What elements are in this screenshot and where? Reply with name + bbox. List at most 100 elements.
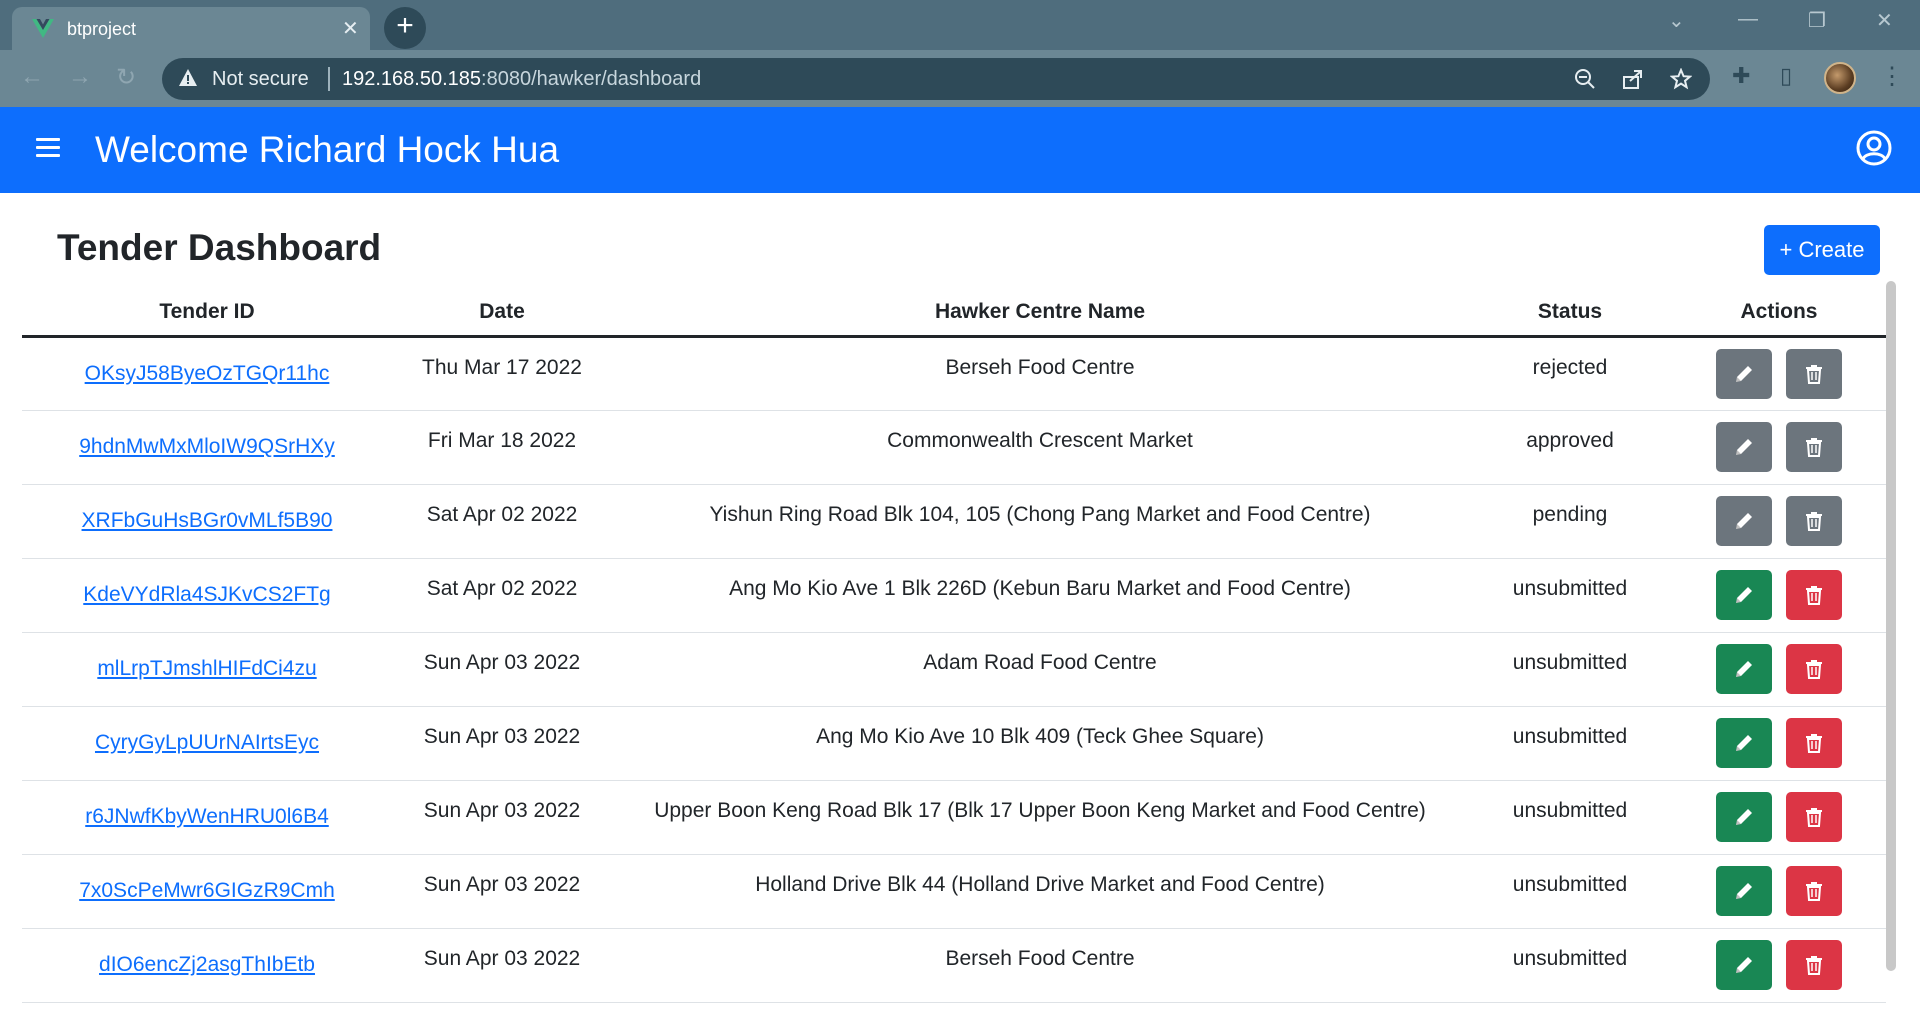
column-header: Actions [1672, 289, 1886, 338]
hawker-centre-cell: Berseh Food Centre [612, 928, 1468, 1003]
tender-id-link[interactable]: CyryGyLpUUrNAIrtsEyc [95, 731, 319, 754]
tab-search-chevron-icon[interactable]: ⌄ [1668, 8, 1685, 33]
edit-button[interactable] [1716, 865, 1772, 916]
delete-button[interactable] [1786, 939, 1842, 990]
zoom-icon[interactable] [1574, 68, 1596, 90]
actions-cell [1672, 706, 1886, 781]
edit-button[interactable] [1716, 569, 1772, 620]
delete-button[interactable] [1786, 865, 1842, 916]
hawker-centre-cell: Ang Mo Kio Ave 1 Blk 226D (Kebun Baru Ma… [612, 558, 1468, 633]
hawker-centre-cell: Adam Road Food Centre [612, 632, 1468, 707]
actions-cell [1672, 780, 1886, 855]
date-cell: Sun Apr 03 2022 [392, 854, 612, 929]
edit-button[interactable] [1716, 643, 1772, 694]
minimize-icon[interactable]: — [1738, 8, 1758, 31]
column-header: Date [392, 289, 612, 338]
date-cell: Sun Apr 03 2022 [392, 928, 612, 1003]
tender-id-cell: mlLrpTJmshlHIFdCi4zu [22, 632, 392, 707]
tender-id-link[interactable]: 9hdnMwMxMloIW9QSrHXy [79, 435, 335, 458]
status-cell: unsubmitted [1468, 706, 1672, 781]
tender-id-link[interactable]: r6JNwfKbyWenHRU0l6B4 [85, 805, 329, 828]
edit-button[interactable] [1716, 939, 1772, 990]
profile-avatar[interactable] [1824, 62, 1856, 94]
date-cell: Sat Apr 02 2022 [392, 484, 612, 559]
edit-button[interactable] [1716, 348, 1772, 399]
table-body: OKsyJ58ByeOzTGQr11hc Thu Mar 17 2022 Berse… [22, 336, 1886, 1003]
date-cell: Thu Mar 17 2022 [392, 336, 612, 411]
browser-tab[interactable]: btproject ✕ [12, 7, 370, 50]
edit-button[interactable] [1716, 495, 1772, 546]
url-text[interactable]: 192.168.50.185:8080/hawker/dashboard [342, 68, 701, 91]
date-cell: Fri Mar 18 2022 [392, 410, 612, 485]
date-cell: Sun Apr 03 2022 [392, 706, 612, 781]
side-panel-icon[interactable]: ▯ [1780, 63, 1792, 89]
new-tab-button[interactable]: + [384, 7, 426, 49]
window-close-icon[interactable]: ✕ [1876, 8, 1893, 33]
hawker-centre-cell: Ang Mo Kio Ave 10 Blk 409 (Teck Ghee Squ… [612, 706, 1468, 781]
hawker-centre-cell: Upper Boon Keng Road Blk 17 (Blk 17 Uppe… [612, 780, 1468, 855]
not-secure-label[interactable]: Not secure [212, 68, 309, 91]
back-icon[interactable]: ← [20, 63, 44, 91]
tender-id-cell: 7x0ScPeMwr6GIGzR9Cmh [22, 854, 392, 929]
bookmark-star-icon[interactable] [1670, 68, 1692, 90]
actions-cell [1672, 854, 1886, 929]
url-path: :8080/hawker/dashboard [481, 68, 702, 90]
hawker-centre-cell: Holland Drive Blk 44 (Holland Drive Mark… [612, 854, 1468, 929]
column-header: Hawker Centre Name [612, 289, 1468, 338]
column-header: Tender ID [22, 289, 392, 338]
tender-id-cell: KdeVYdRla4SJKvCS2FTg [22, 558, 392, 633]
status-cell: unsubmitted [1468, 928, 1672, 1003]
tender-table: Tender ID Date Hawker Centre Name Status Act… [22, 289, 1886, 1003]
reload-icon[interactable]: ↻ [116, 63, 136, 92]
tender-id-cell: 9hdnMwMxMloIW9QSrHXy [22, 410, 392, 485]
table-row: XRFbGuHsBGr0vMLf5B90 Sat Apr 02 2022 Yishu… [22, 484, 1886, 559]
main-content: Tender Dashboard + Create Tender ID Date H… [0, 193, 1920, 1020]
actions-cell [1672, 336, 1886, 411]
delete-button[interactable] [1786, 643, 1842, 694]
delete-button[interactable] [1786, 495, 1842, 546]
edit-button[interactable] [1716, 791, 1772, 842]
tender-id-link[interactable]: OKsyJ58ByeOzTGQr11hc [85, 362, 330, 385]
table-row: 9hdnMwMxMloIW9QSrHXy Fri Mar 18 2022 Commo… [22, 410, 1886, 485]
delete-button[interactable] [1786, 421, 1842, 472]
url-host: 192.168.50.185 [342, 68, 482, 90]
delete-button[interactable] [1786, 791, 1842, 842]
tender-id-cell: dIO6encZj2asgThIbEtb [22, 928, 392, 1003]
table-header-row: Tender ID Date Hawker Centre Name Status Act… [22, 289, 1886, 338]
tender-id-link[interactable]: dIO6encZj2asgThIbEtb [99, 953, 315, 976]
delete-button[interactable] [1786, 717, 1842, 768]
tender-id-link[interactable]: mlLrpTJmshlHIFdCi4zu [97, 657, 316, 680]
actions-cell [1672, 928, 1886, 1003]
restore-icon[interactable]: ❐ [1808, 8, 1826, 33]
page-title: Tender Dashboard [57, 227, 382, 268]
tender-id-cell: XRFbGuHsBGr0vMLf5B90 [22, 484, 392, 559]
edit-button[interactable] [1716, 421, 1772, 472]
forward-icon[interactable]: → [68, 63, 92, 91]
browser-menu-icon[interactable]: ⋮ [1880, 62, 1904, 91]
date-cell: Sun Apr 03 2022 [392, 632, 612, 707]
address-bar[interactable]: Not secure 192.168.50.185:8080/hawker/da… [162, 58, 1710, 100]
tender-id-link[interactable]: XRFbGuHsBGr0vMLf5B90 [82, 509, 333, 532]
user-circle-icon[interactable] [1856, 130, 1892, 166]
delete-button[interactable] [1786, 569, 1842, 620]
extensions-puzzle-icon[interactable]: ✚ [1732, 63, 1750, 89]
status-cell: unsubmitted [1468, 854, 1672, 929]
table-row: 7x0ScPeMwr6GIGzR9Cmh Sun Apr 03 2022 Holla… [22, 854, 1886, 929]
edit-button[interactable] [1716, 717, 1772, 768]
tab-close-icon[interactable]: ✕ [342, 16, 359, 41]
create-button[interactable]: + Create [1764, 225, 1880, 275]
app-header: Welcome Richard Hock Hua [0, 107, 1920, 193]
tender-id-link[interactable]: 7x0ScPeMwr6GIGzR9Cmh [79, 879, 335, 902]
actions-cell [1672, 484, 1886, 559]
vue-logo-icon [32, 19, 54, 38]
tender-id-link[interactable]: KdeVYdRla4SJKvCS2FTg [83, 583, 330, 606]
hawker-centre-cell: Berseh Food Centre [612, 336, 1468, 411]
column-header: Status [1468, 289, 1672, 338]
share-icon[interactable] [1622, 68, 1644, 90]
tender-id-cell: OKsyJ58ByeOzTGQr11hc [22, 336, 392, 411]
delete-button[interactable] [1786, 348, 1842, 399]
scrollbar[interactable] [1886, 281, 1896, 971]
table-row: mlLrpTJmshlHIFdCi4zu Sun Apr 03 2022 Adam … [22, 632, 1886, 707]
hamburger-icon[interactable] [36, 138, 60, 158]
table-row: CyryGyLpUUrNAIrtsEyc Sun Apr 03 2022 Ang M… [22, 706, 1886, 781]
